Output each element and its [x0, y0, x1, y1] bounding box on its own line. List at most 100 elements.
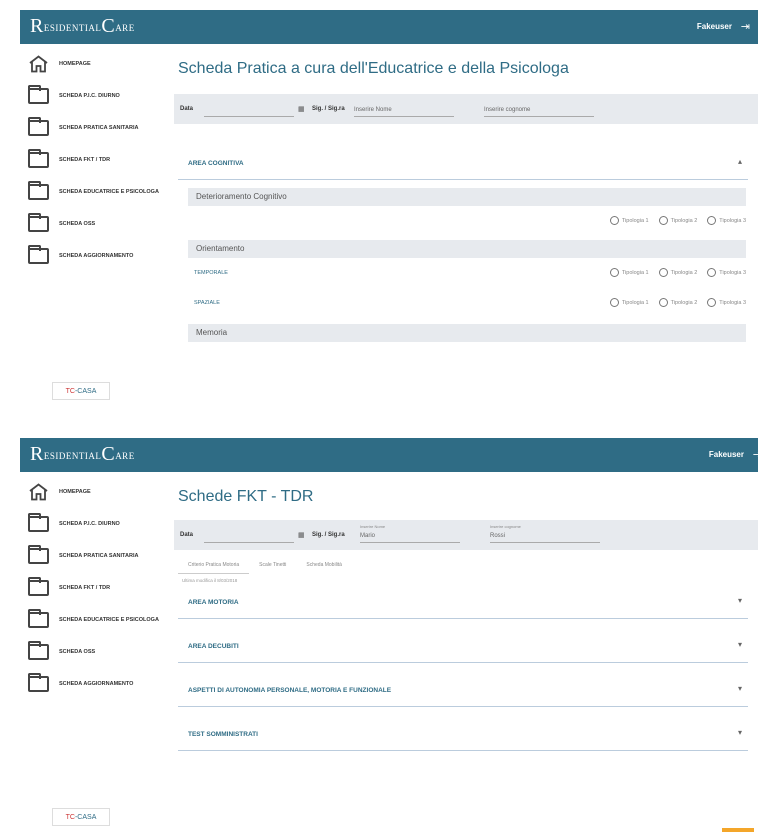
logo-text-esidential: ESIDENTIAL: [43, 451, 102, 461]
surname-input-underline: [484, 116, 594, 117]
calendar-icon[interactable]: ▦: [298, 531, 305, 539]
folder-icon: [28, 577, 49, 596]
date-input[interactable]: [204, 116, 294, 117]
radio-icon: [707, 216, 717, 225]
radio-icon: [658, 216, 668, 225]
app-logo[interactable]: R ESIDENTIAL C ARE: [30, 15, 135, 37]
radio-option[interactable]: Tipologia 2: [658, 216, 698, 225]
sidebar-item-educatrice-psicologa[interactable]: SCHEDA EDUCATRICE E PSICOLOGA: [20, 608, 168, 632]
radio-option[interactable]: Tipologia 3: [707, 268, 746, 277]
date-label: Data: [180, 106, 194, 112]
page-title: Schede FKT - TDR: [178, 488, 314, 505]
logout-icon[interactable]: ⇥: [741, 20, 750, 33]
sidebar-item-homepage[interactable]: HOMEPAGE: [20, 480, 168, 504]
accordion-area-decubiti[interactable]: AREA DECUBITI ▾: [178, 629, 748, 663]
sidebar-item-label: SCHEDA AGGIORNAMENTO: [59, 252, 134, 259]
radio-option-label: Tipologia 3: [719, 217, 746, 224]
radio-option[interactable]: Tipologia 3: [707, 298, 746, 307]
radio-icon: [609, 298, 619, 307]
name-input-underline: [360, 542, 460, 543]
brand-logo-part: TC: [65, 387, 75, 395]
chevron-down-icon: ▾: [737, 640, 742, 649]
radio-option-label: Tipologia 2: [670, 299, 698, 306]
surname-input[interactable]: Inserire cognome: [484, 107, 530, 113]
sidebar-item-label: SCHEDA AGGIORNAMENTO: [59, 680, 134, 687]
sidebar-item-label: SCHEDA PRATICA SANITARIA: [59, 552, 139, 559]
sidebar-item-label: SCHEDA PRATICA SANITARIA: [59, 124, 139, 131]
radio-group: Tipologia 1 Tipologia 2 Tipologia 3: [609, 216, 746, 225]
surname-input[interactable]: Rossi: [490, 533, 505, 539]
sidebar-item-educatrice-psicologa[interactable]: SCHEDA EDUCATRICE E PSICOLOGA: [20, 180, 168, 204]
radio-option[interactable]: Tipologia 2: [658, 298, 698, 307]
filter-bar: Data ▦ Sig. / Sig.ra Inserire Nome Inser…: [174, 94, 758, 124]
folder-icon: [28, 513, 49, 532]
folder-icon: [28, 213, 49, 232]
radio-option[interactable]: Tipologia 1: [609, 298, 649, 307]
sidebar-item-pratica-sanitaria[interactable]: SCHEDA PRATICA SANITARIA: [20, 544, 168, 568]
folder-icon: [28, 85, 49, 104]
logout-icon[interactable]: ⇥: [753, 448, 758, 461]
sidebar: HOMEPAGE SCHEDA P.I.C. DIURNO SCHEDA PRA…: [20, 472, 168, 832]
folder-icon: [28, 609, 49, 628]
row-label: SPAZIALE: [194, 300, 220, 306]
name-input-underline: [354, 116, 454, 117]
sidebar-item-label: SCHEDA EDUCATRICE E PSICOLOGA: [59, 616, 159, 623]
tab-scheda-mobilita[interactable]: Scheda Mobilità: [296, 554, 352, 574]
tab-bar: Criterio Pratica Motoria Scale Tinetti S…: [178, 554, 758, 574]
sidebar-item-pic-diurno[interactable]: SCHEDA P.I.C. DIURNO: [20, 512, 168, 536]
user-name[interactable]: Fakeuser: [709, 450, 744, 459]
folder-icon: [28, 245, 49, 264]
accordion-title: AREA DECUBITI: [188, 643, 239, 650]
app-logo[interactable]: R ESIDENTIAL C ARE: [30, 443, 135, 465]
sidebar-item-pic-diurno[interactable]: SCHEDA P.I.C. DIURNO: [20, 84, 168, 108]
folder-icon: [28, 149, 49, 168]
accordion-title: TEST SOMMINISTRATI: [188, 731, 258, 738]
chevron-down-icon: ▾: [737, 728, 742, 737]
sidebar-item-fkt-tdr[interactable]: SCHEDA FKT / TDR: [20, 576, 168, 600]
radio-option[interactable]: Tipologia 1: [609, 268, 649, 277]
top-bar: R ESIDENTIAL C ARE Fakeuser ⇥: [20, 438, 758, 472]
user-name[interactable]: Fakeuser: [697, 22, 732, 31]
radio-option-label: Tipologia 1: [621, 217, 649, 224]
save-button[interactable]: [722, 828, 754, 832]
brand-logo: TC -CASA: [52, 382, 110, 400]
brand-logo-part: -CASA: [74, 387, 97, 395]
calendar-icon[interactable]: ▦: [298, 105, 305, 113]
sidebar-item-aggiornamento[interactable]: SCHEDA AGGIORNAMENTO: [20, 672, 168, 696]
radio-option[interactable]: Tipologia 2: [658, 268, 697, 277]
logo-letter-c: C: [101, 15, 116, 37]
sidebar-item-aggiornamento[interactable]: SCHEDA AGGIORNAMENTO: [20, 244, 168, 268]
logo-letter-c: C: [101, 443, 116, 465]
radio-option-label: Tipologia 2: [670, 217, 698, 224]
sidebar-item-fkt-tdr[interactable]: SCHEDA FKT / TDR: [20, 148, 168, 172]
accordion-area-motoria[interactable]: AREA MOTORIA ▾: [178, 585, 748, 619]
name-input[interactable]: Mario: [360, 533, 375, 539]
radio-option[interactable]: Tipologia 1: [609, 216, 649, 225]
folder-icon: [28, 117, 49, 136]
sidebar-item-label: SCHEDA FKT / TDR: [59, 156, 111, 163]
radio-option[interactable]: Tipologia 3: [707, 216, 746, 225]
folder-icon: [28, 673, 49, 692]
person-label: Sig. / Sig.ra: [312, 106, 345, 112]
radio-group: Tipologia 1 Tipologia 2 Tipologia 3: [609, 298, 746, 307]
accordion-area-cognitiva[interactable]: AREA COGNITIVA ▴: [178, 146, 748, 180]
folder-icon: [28, 641, 49, 660]
accordion-autonomia[interactable]: ASPETTI DI AUTONOMIA PERSONALE, MOTORIA …: [178, 673, 748, 707]
logo-letter-r: R: [30, 443, 44, 465]
accordion-title: AREA COGNITIVA: [188, 160, 244, 167]
chevron-down-icon: ▾: [737, 596, 742, 605]
logo-text-are: ARE: [115, 451, 135, 461]
tab-scale-tinetti[interactable]: Scale Tinetti: [249, 554, 296, 574]
name-input[interactable]: Inserire Nome: [354, 107, 392, 113]
logo-text-esidential: ESIDENTIAL: [43, 23, 102, 33]
date-input[interactable]: [204, 542, 294, 543]
sidebar: HOMEPAGE SCHEDA P.I.C. DIURNO SCHEDA PRA…: [20, 44, 168, 406]
sidebar-item-pratica-sanitaria[interactable]: SCHEDA PRATICA SANITARIA: [20, 116, 168, 140]
tab-criterio-pratica-motoria[interactable]: Criterio Pratica Motoria: [178, 554, 250, 574]
sidebar-item-homepage[interactable]: HOMEPAGE: [20, 52, 168, 76]
accordion-test-somministrati[interactable]: TEST SOMMINISTRATI ▾: [178, 717, 748, 751]
sidebar-item-oss[interactable]: SCHEDA OSS: [20, 212, 168, 236]
brand-logo-part: -CASA: [74, 813, 97, 821]
folder-icon: [28, 181, 49, 200]
sidebar-item-oss[interactable]: SCHEDA OSS: [20, 640, 168, 664]
